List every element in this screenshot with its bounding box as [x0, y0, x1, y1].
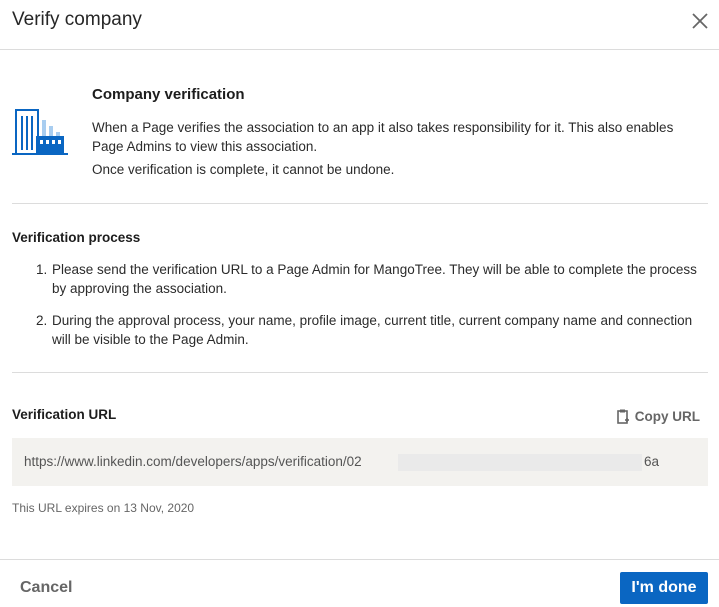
step-number: 1.	[36, 262, 48, 277]
close-icon	[692, 13, 708, 29]
verification-process-heading: Verification process	[12, 230, 141, 245]
process-step: 1. Please send the verification URL to a…	[12, 260, 702, 298]
clipboard-icon	[616, 409, 629, 424]
copy-url-button[interactable]: Copy URL	[616, 409, 700, 424]
done-button[interactable]: I'm done	[620, 572, 708, 604]
cancel-button[interactable]: Cancel	[20, 579, 72, 597]
redacted-url-segment	[398, 454, 642, 471]
section-divider	[12, 372, 708, 373]
dialog-header: Verify company	[0, 0, 719, 50]
footer-divider	[0, 559, 719, 560]
step-text: During the approval process, your name, …	[52, 313, 693, 347]
step-number: 2.	[36, 313, 48, 328]
url-text-end: 6a	[644, 454, 660, 469]
intro-paragraph: When a Page verifies the association to …	[92, 120, 674, 154]
section-divider	[12, 203, 708, 204]
dialog-title: Verify company	[12, 9, 142, 30]
undo-warning-text: Once verification is complete, it cannot…	[92, 162, 395, 177]
process-step: 2. During the approval process, your nam…	[12, 311, 702, 349]
url-expiry-text: This URL expires on 13 Nov, 2020	[12, 501, 195, 515]
verification-url-field[interactable]: https://www.linkedin.com/developers/apps…	[12, 438, 708, 486]
building-icon	[12, 106, 68, 156]
verification-url-heading: Verification URL	[12, 407, 117, 422]
step-text: Please send the verification URL to a Pa…	[52, 262, 697, 296]
url-text-start: https://www.linkedin.com/developers/apps…	[24, 454, 362, 469]
company-verification-heading: Company verification	[92, 86, 245, 103]
copy-url-label: Copy URL	[634, 409, 700, 424]
close-button[interactable]	[689, 10, 711, 32]
